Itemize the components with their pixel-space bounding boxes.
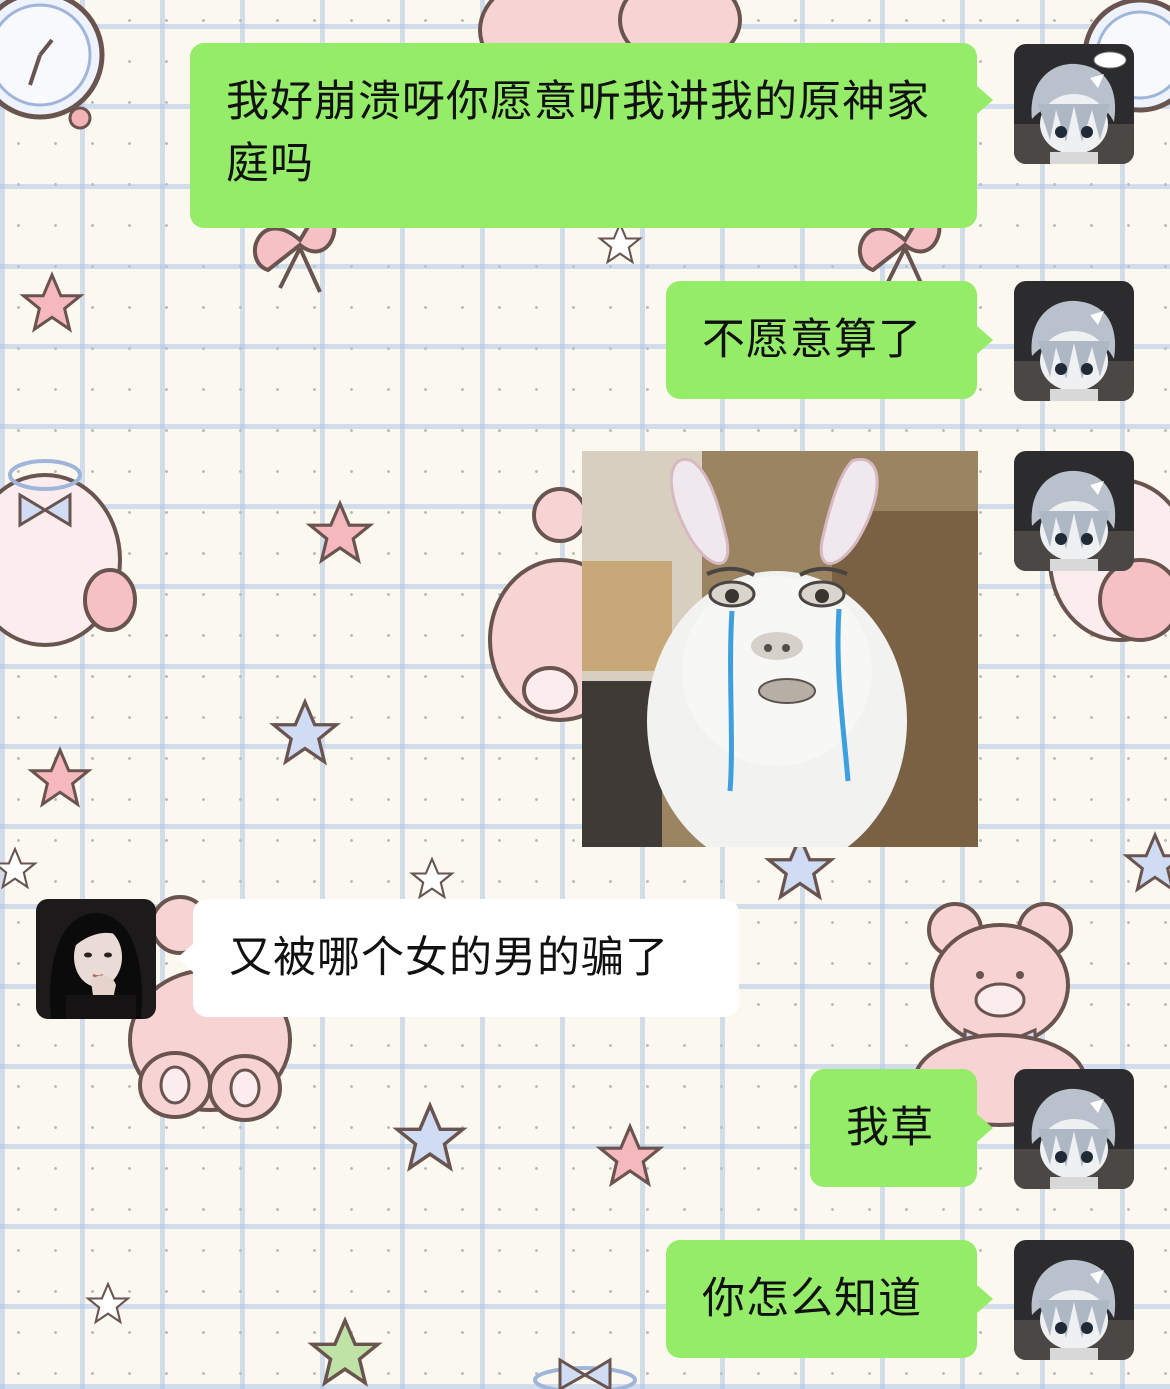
anime-boy-avatar-icon bbox=[1014, 1240, 1134, 1360]
my-avatar[interactable] bbox=[1014, 281, 1134, 401]
message-bubble-sent[interactable]: 你怎么知道 bbox=[666, 1240, 977, 1358]
message-bubble-sent[interactable]: 不愿意算了 bbox=[666, 281, 977, 399]
message-bubble-sent[interactable]: 我好崩溃呀你愿意听我讲我的原神家庭吗 bbox=[190, 43, 977, 228]
message-text: 我好崩溃呀你愿意听我讲我的原神家庭吗 bbox=[226, 77, 930, 189]
chat-message-list[interactable]: 我好崩溃呀你愿意听我讲我的原神家庭吗 不愿意算了 又被哪个女的男的骗了 我草 你… bbox=[0, 0, 1170, 1389]
bubble-tail bbox=[977, 1285, 993, 1313]
my-avatar[interactable] bbox=[1014, 44, 1134, 164]
message-row-sent: 我草 bbox=[0, 1058, 1170, 1198]
message-text: 又被哪个女的男的骗了 bbox=[229, 933, 669, 983]
anime-boy-avatar-icon bbox=[1014, 44, 1134, 164]
message-row-sent: 我好崩溃呀你愿意听我讲我的原神家庭吗 bbox=[0, 0, 1170, 240]
message-row-sent: 你怎么知道 bbox=[0, 1229, 1170, 1369]
anime-boy-avatar-icon bbox=[1014, 1069, 1134, 1189]
their-avatar[interactable] bbox=[36, 899, 156, 1019]
anime-boy-avatar-icon bbox=[1014, 451, 1134, 571]
crying-rabbit-meme-icon bbox=[582, 451, 978, 847]
anime-boy-avatar-icon bbox=[1014, 281, 1134, 401]
message-row-sent bbox=[0, 440, 1170, 860]
bubble-tail bbox=[977, 326, 993, 354]
my-avatar[interactable] bbox=[1014, 1069, 1134, 1189]
message-text: 不愿意算了 bbox=[702, 315, 922, 365]
message-text: 你怎么知道 bbox=[702, 1274, 922, 1324]
bubble-tail bbox=[977, 86, 993, 114]
girl-photo-avatar-icon bbox=[36, 899, 156, 1019]
message-row-received: 又被哪个女的男的骗了 bbox=[0, 888, 1170, 1028]
my-avatar[interactable] bbox=[1014, 1240, 1134, 1360]
message-bubble-sent[interactable]: 我草 bbox=[810, 1069, 977, 1187]
bubble-tail bbox=[177, 944, 193, 972]
sticker-image[interactable] bbox=[582, 451, 978, 847]
message-bubble-received[interactable]: 又被哪个女的男的骗了 bbox=[193, 899, 739, 1017]
bubble-tail bbox=[977, 1114, 993, 1142]
message-text: 我草 bbox=[846, 1103, 934, 1153]
message-row-sent: 不愿意算了 bbox=[0, 270, 1170, 410]
my-avatar[interactable] bbox=[1014, 451, 1134, 571]
